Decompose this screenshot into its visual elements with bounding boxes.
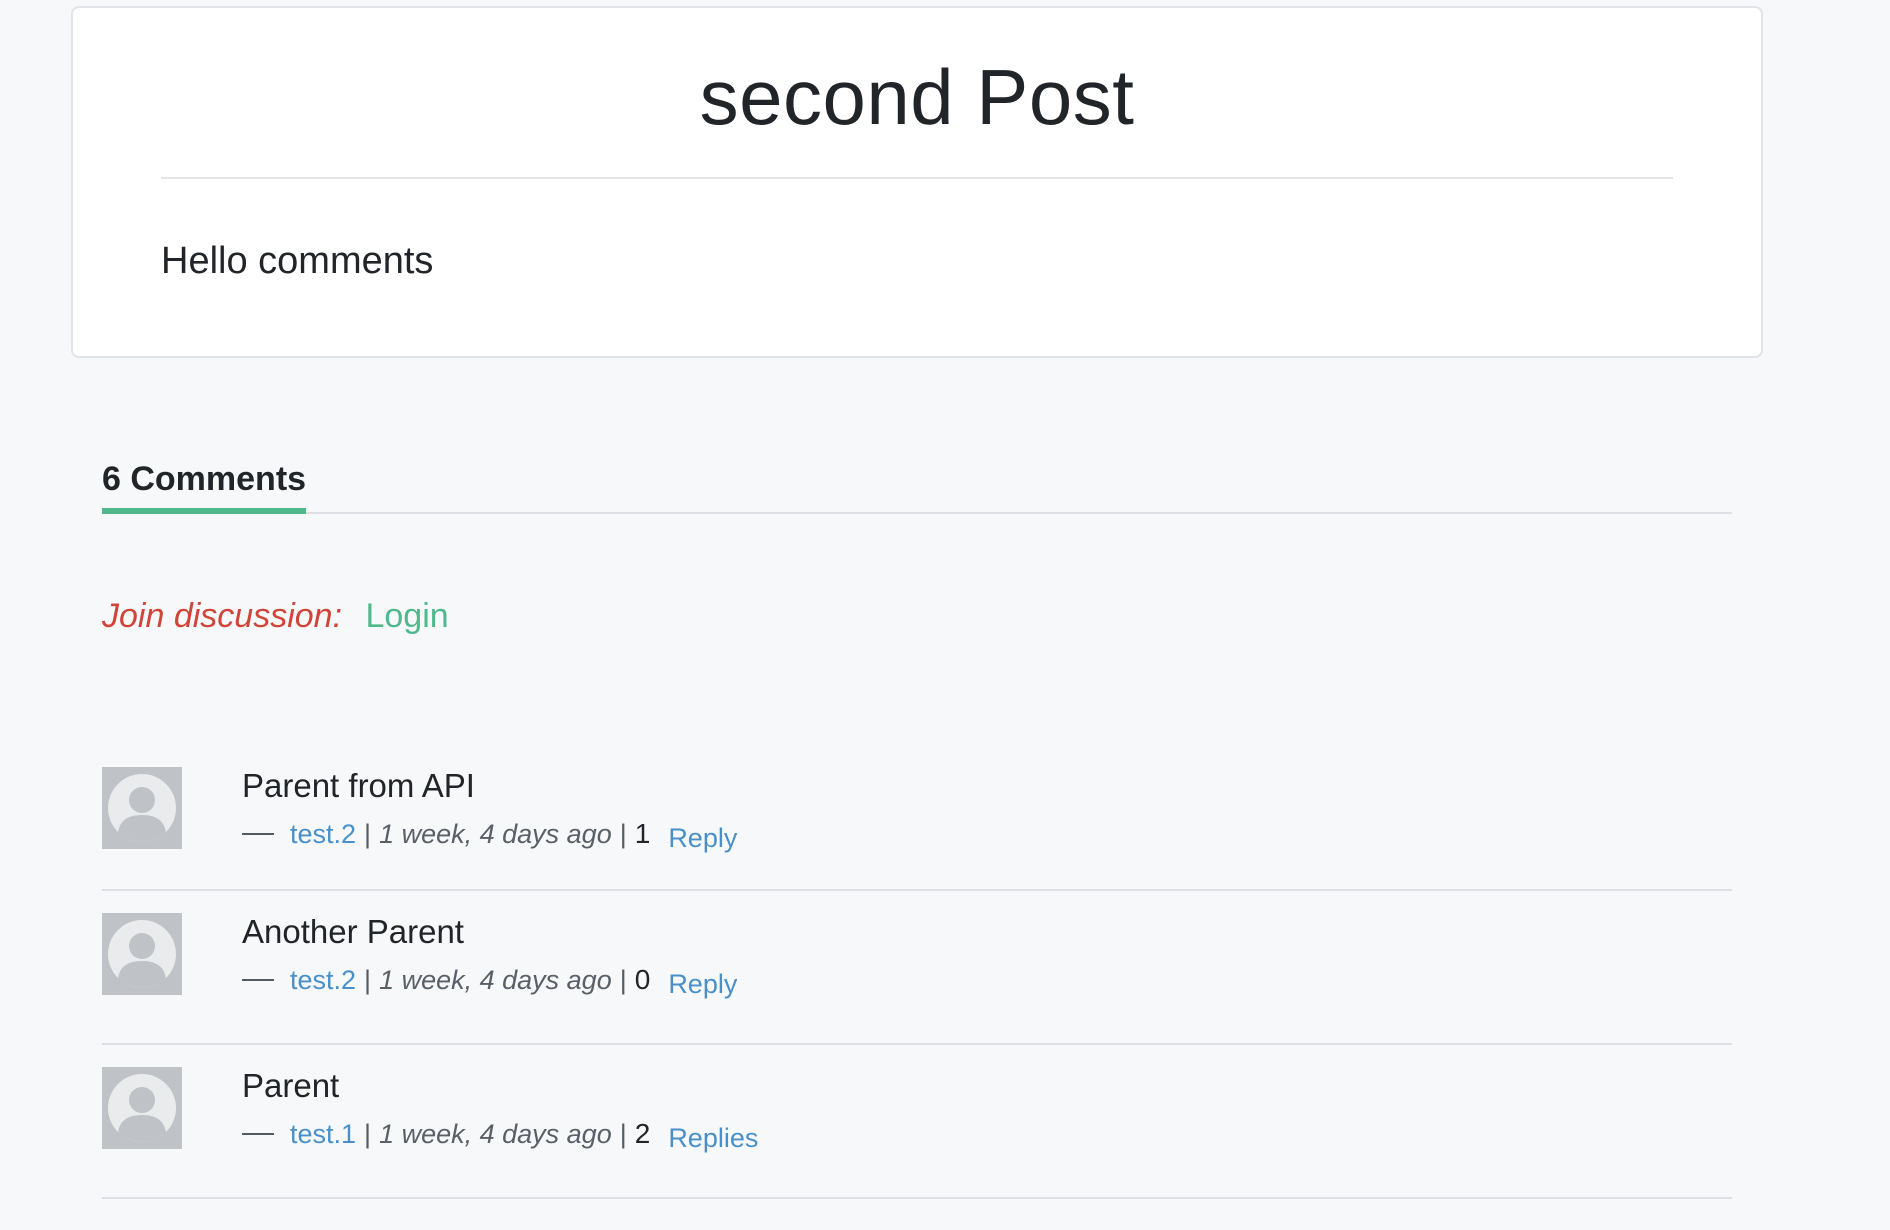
comment-author-link[interactable]: test.1 <box>290 1119 356 1150</box>
dash-divider <box>242 1133 274 1135</box>
user-avatar-icon <box>102 767 182 849</box>
separator: | <box>619 819 627 849</box>
join-discussion-row: Join discussion: Login <box>102 597 449 636</box>
separator: | <box>619 965 627 995</box>
reply-button[interactable]: Reply <box>668 823 737 854</box>
login-link[interactable]: Login <box>365 597 448 635</box>
comment-text: Parent from API <box>242 767 475 804</box>
comments-header: 6 Comments <box>102 458 1732 514</box>
reply-count: 0 <box>634 964 651 995</box>
comment-item: Parent test.1 | 1 week, 4 days ago | 2 R… <box>102 1045 1732 1199</box>
comment-time: 1 week, 4 days ago <box>379 819 612 849</box>
comment-time: 1 week, 4 days ago <box>379 965 612 995</box>
user-avatar-icon <box>102 1067 182 1149</box>
comment-meta: test.2 | 1 week, 4 days ago | 1 Reply <box>242 818 737 853</box>
comment-time: 1 week, 4 days ago <box>379 1119 612 1149</box>
comment-author-link[interactable]: test.2 <box>290 819 356 850</box>
comment-item: Another Parent test.2 | 1 week, 4 days a… <box>102 891 1732 1045</box>
user-avatar-icon <box>102 913 182 995</box>
post-body: Hello comments <box>161 240 434 282</box>
join-discussion-label: Join discussion: <box>102 597 343 635</box>
reply-count: 2 <box>634 1118 651 1149</box>
separator: | <box>364 1119 372 1149</box>
comment-text: Another Parent <box>242 913 464 950</box>
replies-button[interactable]: Replies <box>668 1123 758 1154</box>
dash-divider <box>242 833 274 835</box>
comment-text: Parent <box>242 1067 340 1104</box>
comments-count-tab: 6 Comments <box>102 460 307 514</box>
post-card: second Post Hello comments <box>71 6 1763 358</box>
comment-item: Parent from API test.2 | 1 week, 4 days … <box>102 745 1732 891</box>
comment-meta: test.2 | 1 week, 4 days ago | 0 Reply <box>242 964 737 999</box>
reply-button[interactable]: Reply <box>668 969 737 1000</box>
dash-divider <box>242 979 274 981</box>
separator: | <box>364 965 372 995</box>
comment-meta: test.1 | 1 week, 4 days ago | 2 Replies <box>242 1118 758 1153</box>
comment-author-link[interactable]: test.2 <box>290 965 356 996</box>
post-divider <box>161 177 1673 179</box>
post-title: second Post <box>699 53 1135 141</box>
separator: | <box>364 819 372 849</box>
reply-count: 1 <box>634 818 651 849</box>
comment-list: Parent from API test.2 | 1 week, 4 days … <box>102 745 1732 1199</box>
separator: | <box>619 1119 627 1149</box>
